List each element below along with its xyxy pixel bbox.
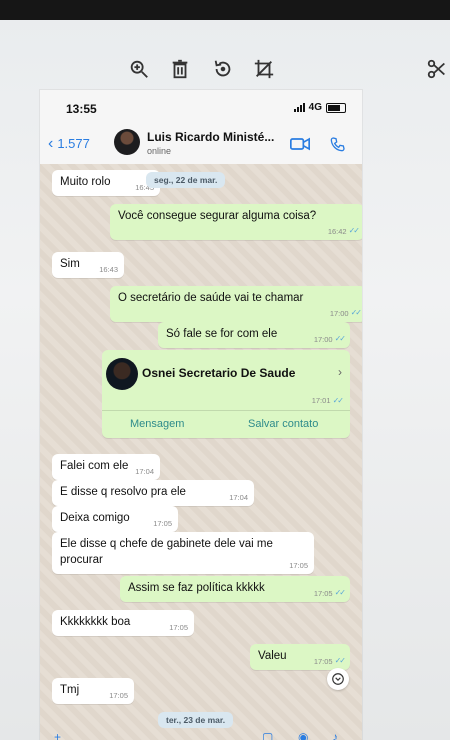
read-check-icon: ✓✓ xyxy=(334,588,346,598)
message-outgoing: O secretário de saúde vai te chamar 17:0… xyxy=(110,286,362,322)
battery-icon xyxy=(326,102,346,113)
signal-icon xyxy=(293,103,305,112)
read-check-icon: ✓✓ xyxy=(348,226,360,236)
read-check-icon: ✓✓ xyxy=(334,656,346,666)
status-indicators: 4G xyxy=(293,102,346,113)
save-contact-button[interactable]: Salvar contato xyxy=(248,418,318,430)
trash-icon[interactable] xyxy=(167,56,193,82)
message-incoming: Falei com ele 17:04 xyxy=(52,454,160,480)
card-time: 17:01 ✓✓ xyxy=(311,396,344,405)
zoom-in-icon[interactable] xyxy=(126,56,152,82)
scissors-icon[interactable] xyxy=(424,56,450,82)
message-outgoing: Só fale se for com ele 17:00 ✓✓ xyxy=(158,322,350,348)
read-check-icon: ✓✓ xyxy=(334,334,346,344)
read-check-icon: ✓✓ xyxy=(332,396,344,405)
message-incoming: Deixa comigo 17:05 xyxy=(52,506,178,532)
message-incoming: Tmj 17:05 xyxy=(52,678,134,704)
chevron-down-icon xyxy=(332,673,344,685)
message-outgoing: Assim se faz política kkkkk 17:05 ✓✓ xyxy=(120,576,350,602)
divider xyxy=(102,410,350,411)
avatar[interactable] xyxy=(114,129,140,155)
chat-area[interactable]: Muito rolo 16:43 seg., 22 de mar. Você c… xyxy=(40,164,362,740)
microphone-icon[interactable]: ♪ xyxy=(332,730,338,740)
back-button[interactable]: ‹ 1.577 xyxy=(48,134,90,152)
date-separator: ter., 23 de mar. xyxy=(158,712,234,728)
message-outgoing: Valeu 17:05 ✓✓ xyxy=(250,644,350,670)
video-call-icon[interactable] xyxy=(290,136,310,152)
message-incoming: E disse q resolvo pra ele 17:04 xyxy=(52,480,254,506)
photo-top-border xyxy=(0,0,450,20)
rotate-icon[interactable] xyxy=(210,56,236,82)
shared-contact-name: Osnei Secretario De Saude xyxy=(142,366,296,380)
message-incoming: Ele disse q chefe de gabinete dele vai m… xyxy=(52,532,314,574)
contact-status: online xyxy=(147,146,172,156)
input-bar: + ▢ ◉ ♪ xyxy=(40,730,362,740)
image-viewer-toolbar xyxy=(0,52,450,88)
message-incoming: Kkkkkkkk boa 17:05 xyxy=(52,610,194,636)
unread-count: 1.577 xyxy=(57,136,90,151)
read-check-icon: ✓✓ xyxy=(350,308,362,318)
phone-call-icon[interactable] xyxy=(328,136,348,152)
network-label: 4G xyxy=(308,102,322,113)
phone-screenshot: 13:55 4G ‹ 1.577 Luis Ricardo Ministé...… xyxy=(40,90,362,740)
shared-contact-card[interactable]: Osnei Secretario De Saude › 17:01 ✓✓ Men… xyxy=(102,350,350,438)
message-incoming: Sim 16:43 xyxy=(52,252,124,278)
contact-name[interactable]: Luis Ricardo Ministé... xyxy=(147,130,274,144)
sticker-icon[interactable]: ▢ xyxy=(262,730,273,740)
chat-header: ‹ 1.577 Luis Ricardo Ministé... online xyxy=(40,126,362,165)
message-contact-button[interactable]: Mensagem xyxy=(130,418,184,430)
crop-icon[interactable] xyxy=(251,56,277,82)
message-incoming: Muito rolo 16:43 xyxy=(52,170,160,196)
date-separator: seg., 22 de mar. xyxy=(146,172,226,188)
avatar xyxy=(106,358,138,390)
scroll-down-button[interactable] xyxy=(327,668,349,690)
chevron-left-icon: ‹ xyxy=(48,134,54,152)
status-time: 13:55 xyxy=(66,102,97,116)
chevron-right-icon: › xyxy=(338,365,342,379)
camera-icon[interactable]: ◉ xyxy=(298,730,308,740)
plus-icon[interactable]: + xyxy=(54,730,61,740)
message-outgoing: Você consegue segurar alguma coisa? 16:4… xyxy=(110,204,362,240)
status-bar: 13:55 4G xyxy=(40,90,362,126)
